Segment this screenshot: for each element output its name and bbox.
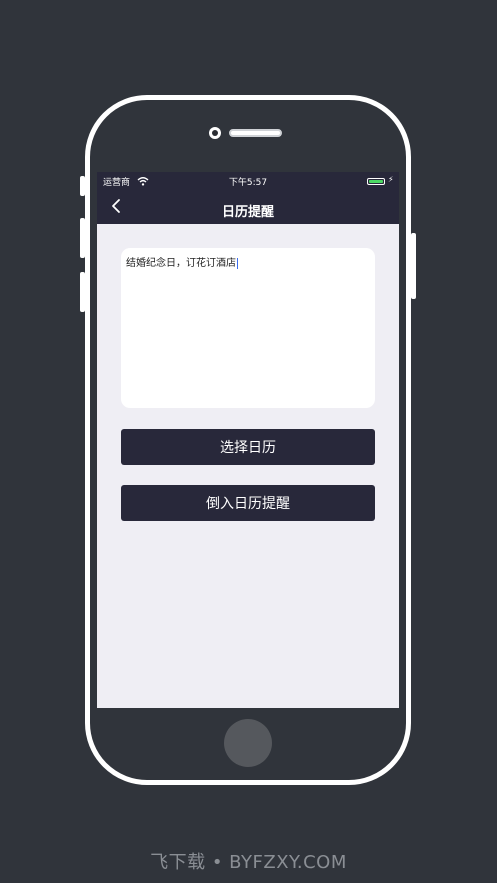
battery-fill (369, 180, 383, 183)
watermark: 飞下载 • BYFZXY.COM (150, 852, 347, 873)
page-title: 日历提醒 (221, 205, 274, 220)
text-caret (237, 257, 238, 269)
import-reminder-button[interactable]: 倒入日历提醒 (121, 485, 375, 521)
camera-icon (209, 127, 221, 139)
home-button[interactable] (224, 719, 272, 767)
select-calendar-button[interactable]: 选择日历 (121, 429, 375, 465)
charging-icon: ⚡ (388, 175, 394, 184)
app-screen: 运营商 下午5:57 ⚡ 日历提醒 结婚纪念日，订花订酒店 选择日历 倒入日历提… (97, 172, 399, 708)
reminder-text: 结婚纪念日，订花订酒店 (126, 258, 236, 269)
speaker-grille (229, 129, 282, 137)
select-calendar-label: 选择日历 (220, 440, 276, 456)
reminder-text-area[interactable]: 结婚纪念日，订花订酒店 (121, 248, 375, 408)
import-reminder-label: 倒入日历提醒 (206, 496, 290, 512)
battery-icon (367, 178, 385, 185)
top-bar: 运营商 下午5:57 ⚡ 日历提醒 (97, 172, 399, 224)
status-time: 下午5:57 (228, 178, 268, 188)
power-button (411, 233, 416, 299)
